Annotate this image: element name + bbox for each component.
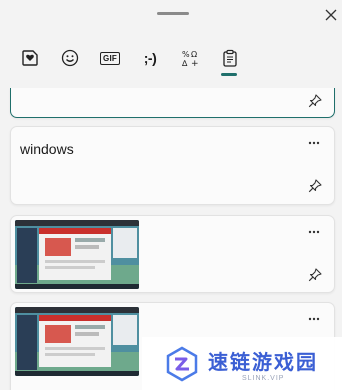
- tab-clipboard[interactable]: [210, 40, 250, 76]
- clipboard-icon: [223, 49, 237, 67]
- clipboard-item[interactable]: windows: [10, 126, 335, 205]
- more-options-button[interactable]: [306, 137, 322, 149]
- more-options-button[interactable]: [306, 313, 322, 325]
- tab-bar: GIF ;-) % Ω ∆ +: [10, 40, 250, 80]
- tab-sticker[interactable]: [10, 40, 50, 76]
- pin-icon: [308, 179, 322, 193]
- gif-icon: GIF: [100, 51, 120, 65]
- screenshot-thumbnail: [15, 307, 139, 376]
- watermark-overlay: 速链游戏园 SLINK.VIP: [142, 337, 342, 390]
- pin-button[interactable]: [306, 266, 324, 284]
- more-options-button[interactable]: [306, 226, 322, 238]
- more-dots-icon: [308, 230, 320, 234]
- screenshot-thumbnail: [15, 220, 139, 289]
- svg-text:Ω: Ω: [191, 50, 197, 59]
- drag-handle[interactable]: [157, 12, 189, 15]
- smiley-icon: [61, 49, 79, 67]
- sticker-heart-icon: [22, 50, 38, 66]
- more-dots-icon: [308, 141, 320, 145]
- close-button[interactable]: [322, 6, 340, 24]
- clipboard-item-text: windows: [20, 141, 74, 157]
- more-dots-icon: [308, 317, 320, 321]
- close-icon: [325, 9, 337, 21]
- tab-symbols[interactable]: % Ω ∆ +: [170, 40, 210, 76]
- watermark-title: 速链游戏园: [208, 349, 318, 374]
- svg-text:%: %: [182, 50, 190, 59]
- pin-icon: [308, 94, 322, 108]
- tab-gif[interactable]: GIF: [90, 40, 130, 76]
- tab-kaomoji[interactable]: ;-): [130, 40, 170, 76]
- symbols-icon: % Ω ∆ +: [181, 50, 199, 67]
- active-tab-indicator: [221, 73, 237, 76]
- kaomoji-icon: ;-): [143, 50, 157, 66]
- watermark-logo-icon: [166, 346, 198, 381]
- svg-text:+: +: [191, 59, 199, 67]
- tab-emoji[interactable]: [50, 40, 90, 76]
- pin-button[interactable]: [306, 177, 324, 195]
- clipboard-item[interactable]: [10, 88, 335, 118]
- pin-button[interactable]: [306, 92, 324, 110]
- clipboard-item[interactable]: [10, 215, 335, 293]
- svg-text:∆: ∆: [181, 59, 188, 67]
- watermark-subtitle: SLINK.VIP: [242, 374, 285, 382]
- pin-icon: [308, 268, 322, 282]
